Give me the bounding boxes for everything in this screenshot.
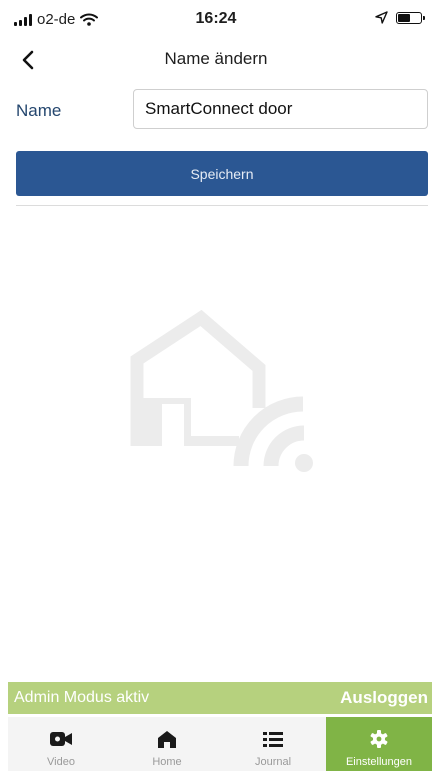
- divider: [16, 205, 428, 206]
- tab-label-journal: Journal: [254, 756, 292, 768]
- name-label: Name: [16, 101, 62, 120]
- tab-settings[interactable]: Einstellungen: [326, 717, 432, 771]
- save-button[interactable]: Speichern: [16, 151, 428, 196]
- name-input[interactable]: [133, 89, 428, 129]
- gear-icon: [367, 729, 391, 749]
- home-icon: [155, 729, 179, 749]
- house-wifi-icon: [130, 309, 313, 472]
- battery-icon: [396, 11, 425, 24]
- status-right: [375, 11, 425, 24]
- status-time: 16:24: [195, 10, 237, 27]
- tab-label-settings: Einstellungen: [345, 756, 413, 768]
- name-row: Name: [0, 89, 432, 133]
- tab-home[interactable]: Home: [114, 717, 220, 771]
- list-icon: [261, 729, 285, 749]
- tab-bar: Video Home Journal Einstellungen: [8, 717, 432, 771]
- admin-bar: Admin Modus aktiv Ausloggen: [8, 682, 432, 714]
- admin-mode-text: Admin Modus aktiv: [14, 689, 150, 706]
- tab-label-home: Home: [152, 756, 182, 768]
- tab-journal[interactable]: Journal: [220, 717, 326, 771]
- logout-button[interactable]: Ausloggen: [340, 688, 428, 708]
- tab-video[interactable]: Video: [8, 717, 114, 771]
- nav-bar: Name ändern: [0, 40, 432, 80]
- video-camera-icon: [49, 729, 73, 749]
- status-bar: o2-de 16:24: [0, 0, 432, 40]
- page-title: Name ändern: [164, 49, 268, 68]
- location-icon: [375, 11, 388, 24]
- tab-label-video: Video: [47, 756, 75, 768]
